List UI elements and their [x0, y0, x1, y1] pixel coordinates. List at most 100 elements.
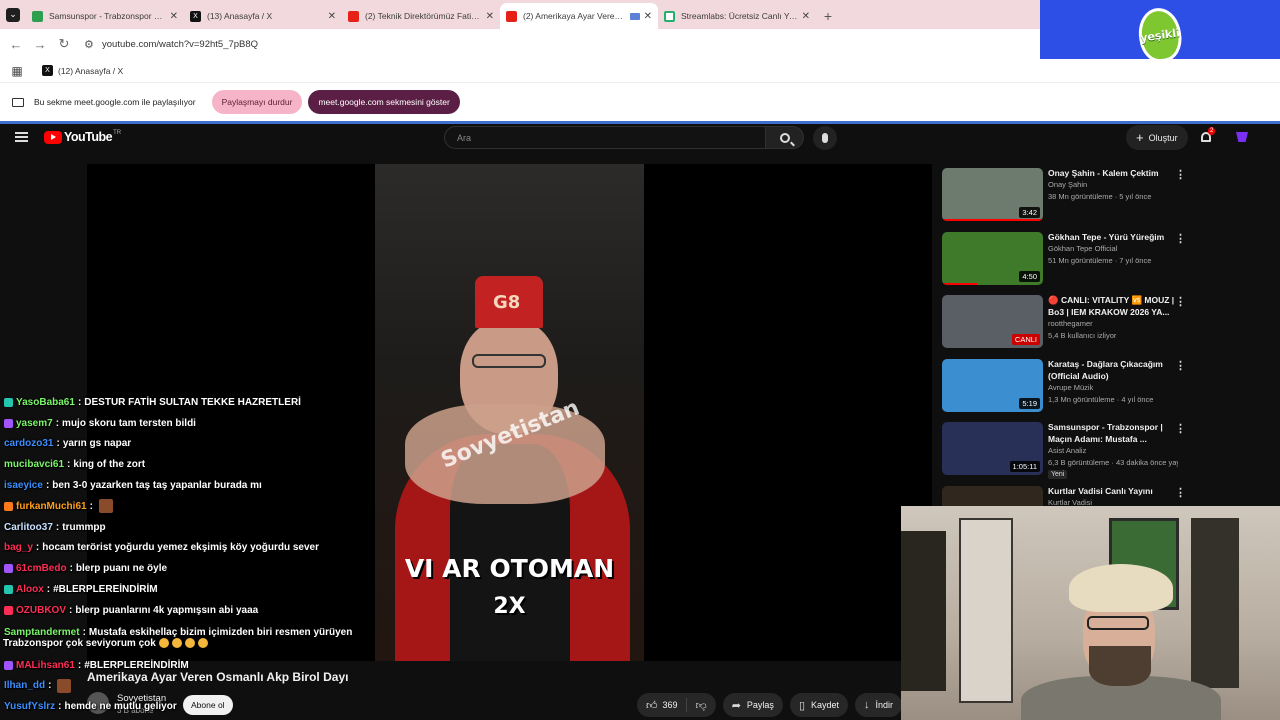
more-options-icon[interactable]: ⋮: [1175, 295, 1186, 308]
recommendation-title[interactable]: Samsunspor - Trabzonspor | Maçın Adamı: …: [1048, 421, 1178, 445]
chat-username: Samptandermet: [4, 626, 80, 638]
heart-eyes-emoji-icon: [197, 638, 208, 649]
chat-text: yarın gs napar: [62, 438, 132, 450]
chat-username: 61cmBedo: [16, 563, 67, 575]
streamlabs-favicon-icon: [664, 10, 675, 22]
chat-text: trummpp: [62, 521, 106, 533]
chat-separator: :: [45, 480, 50, 492]
site-info-icon[interactable]: ⚙: [84, 38, 102, 51]
chat-username: YusufYslrz: [4, 701, 56, 713]
download-button[interactable]: ↓ İndir: [855, 693, 903, 717]
save-button[interactable]: ▯ Kaydet: [789, 693, 849, 717]
browser-tab[interactable]: (2) Amerikaya Ayar Veren O ✕: [500, 3, 658, 29]
video-caption-line-2: 2X: [493, 594, 526, 619]
chat-message: Samptandermet: Mustafa eskihellaç bizim i…: [0, 621, 380, 655]
chevron-down-icon: ⌄: [6, 7, 20, 22]
create-button[interactable]: + Oluştur: [1126, 125, 1188, 150]
recommendation-item[interactable]: CANLI 🔴 CANLI: VITALITY 🆚 MOUZ | Bo3 | IE…: [942, 291, 1192, 355]
tab-search-button[interactable]: ⌄: [0, 0, 26, 29]
chat-message-row: mucibavci61: king of the zort: [4, 459, 145, 470]
tab-title: (13) Anasayfa / X: [207, 11, 273, 21]
apps-grid-icon[interactable]: ▦: [0, 64, 34, 78]
recommendation-title[interactable]: 🔴 CANLI: VITALITY 🆚 MOUZ | Bo3 | IEM KRA…: [1048, 294, 1178, 318]
more-options-icon[interactable]: ⋮: [1175, 422, 1186, 435]
close-icon[interactable]: ✕: [486, 11, 494, 22]
stop-sharing-button[interactable]: Paylaşmayı durdur: [211, 90, 303, 114]
more-options-icon[interactable]: ⋮: [1175, 168, 1186, 181]
plus-icon: +: [1136, 130, 1144, 145]
chat-separator: :: [55, 417, 60, 429]
youtube-logo[interactable]: YouTube TR: [44, 130, 121, 144]
chat-message-row: cardozo31: yarın gs napar: [4, 438, 131, 449]
show-meet-tab-button[interactable]: meet.google.com sekmesini göster: [308, 90, 460, 114]
chat-separator: :: [77, 396, 82, 408]
close-icon[interactable]: ✕: [328, 11, 336, 22]
browser-tab[interactable]: Samsunspor - Trabzonspor canlı ✕: [26, 3, 184, 29]
bookmark-x[interactable]: X (12) Anasayfa / X: [42, 65, 123, 76]
recommendation-thumbnail[interactable]: 5:19: [942, 358, 1043, 412]
recommendation-item[interactable]: 4:50 Gökhan Tepe - Yürü Yüreğim Gökhan Tep…: [942, 228, 1192, 292]
back-button[interactable]: ←: [4, 32, 28, 56]
bookmark-label: (12) Anasayfa / X: [58, 65, 124, 76]
chat-text: blerp puanlarını 4k yapmışsın abi yaaa: [75, 604, 259, 616]
chat-text: #BLERPLEREİNDİRİM: [84, 659, 189, 671]
recommendation-channel[interactable]: Onay Şahin: [1048, 180, 1087, 189]
recommendation-thumbnail[interactable]: CANLI: [942, 295, 1043, 348]
recommendation-thumbnail[interactable]: 3:42: [942, 168, 1043, 221]
recommendation-title[interactable]: Gökhan Tepe - Yürü Yüreğim: [1048, 231, 1178, 243]
recommendation-channel[interactable]: rootthegamer: [1048, 319, 1093, 328]
recommendation-item[interactable]: 1:05:11 Samsunspor - Trabzonspor | Maçın …: [942, 418, 1192, 482]
chat-emote-icon: [98, 499, 113, 514]
recommendation-title[interactable]: Onay Şahin - Kalem Çektim: [1048, 167, 1178, 179]
recommendation-thumbnail[interactable]: 4:50: [942, 231, 1043, 285]
address-bar-row: ← → ↻ ⚙ youtube.com/watch?v=92ht5_7pB8Q: [0, 29, 1040, 59]
dislike-button[interactable]: 👎︎: [687, 699, 716, 712]
more-options-icon[interactable]: ⋮: [1175, 232, 1186, 245]
recommendation-channel[interactable]: Gökhan Tepe Official: [1048, 244, 1117, 253]
browser-tab[interactable]: (2) Teknik Direktörümüz Fatih T ✕: [342, 3, 500, 29]
chat-text: king of the zort: [73, 459, 146, 471]
recommendation-meta: 6,3 B görüntüleme · 43 dakika önce yay..…: [1048, 458, 1178, 467]
heart-eyes-emoji-icon: [184, 638, 195, 649]
search-input[interactable]: Ara: [444, 126, 766, 149]
recommendation-item[interactable]: 5:19 Karataş - Dağlara Çıkacağım (Officia…: [942, 355, 1192, 419]
chat-message: Ilhan_dd:: [0, 676, 380, 697]
recommendation-thumbnail[interactable]: 1:05:11: [942, 422, 1043, 475]
close-icon[interactable]: ✕: [802, 11, 810, 22]
share-button[interactable]: ➦ Paylaş: [722, 693, 783, 717]
new-tab-button[interactable]: +: [816, 3, 840, 29]
menu-icon[interactable]: [15, 132, 28, 142]
youtube-favicon-icon: [348, 10, 359, 22]
browser-tab[interactable]: Streamlabs: Ücretsiz Canlı Yayın ✕: [658, 3, 816, 29]
reload-button[interactable]: ↻: [52, 32, 76, 56]
more-options-icon[interactable]: ⋮: [1175, 359, 1186, 372]
forward-button[interactable]: →: [28, 32, 52, 56]
like-count: 369: [662, 700, 678, 710]
search-button[interactable]: [766, 126, 804, 149]
close-icon[interactable]: ✕: [644, 11, 652, 22]
chat-username: yasem7: [16, 417, 53, 429]
url-field[interactable]: ⚙ youtube.com/watch?v=92ht5_7pB8Q: [84, 33, 258, 55]
video-duration: 4:50: [1019, 270, 1040, 282]
reload-icon: ↻: [58, 36, 70, 51]
chat-text: blerp puanı ne öyle: [75, 563, 168, 575]
notifications-button[interactable]: 2: [1199, 127, 1216, 144]
recommendation-meta: 51 Mn görüntüleme · 7 yıl önce: [1048, 255, 1152, 265]
like-button[interactable]: 👍︎ 369: [637, 698, 687, 712]
account-avatar[interactable]: [1236, 132, 1248, 142]
close-icon[interactable]: ✕: [170, 11, 178, 22]
video-caption-line-1: VI AR OTOMAN: [404, 554, 615, 583]
recommendation-item[interactable]: 3:42 Onay Şahin - Kalem Çektim Onay Şahin 3…: [942, 164, 1192, 228]
recommendation-title[interactable]: Kurtlar Vadisi Canlı Yayını: [1048, 485, 1178, 497]
recommendation-channel[interactable]: Asist Analiz: [1048, 446, 1086, 455]
chat-username: YasoBaba61: [16, 396, 75, 408]
browser-tab[interactable]: X (13) Anasayfa / X ✕: [184, 3, 342, 29]
recommendation-channel[interactable]: Avrupe Müzik: [1048, 383, 1093, 392]
recommendation-thumbnail[interactable]: [942, 485, 1043, 507]
recommendation-title[interactable]: Karataş - Dağlara Çıkacağım (Official Au…: [1048, 358, 1178, 382]
chat-message-row: OZUBKOV: blerp puanlarını 4k yapmışsın ab…: [4, 605, 258, 616]
more-options-icon[interactable]: ⋮: [1175, 486, 1186, 499]
region-code: TR: [113, 130, 122, 136]
voice-search-button[interactable]: [813, 126, 837, 150]
recommendation-item[interactable]: Kurtlar Vadisi Canlı Yayını Kurtlar Vadis…: [942, 482, 1192, 507]
